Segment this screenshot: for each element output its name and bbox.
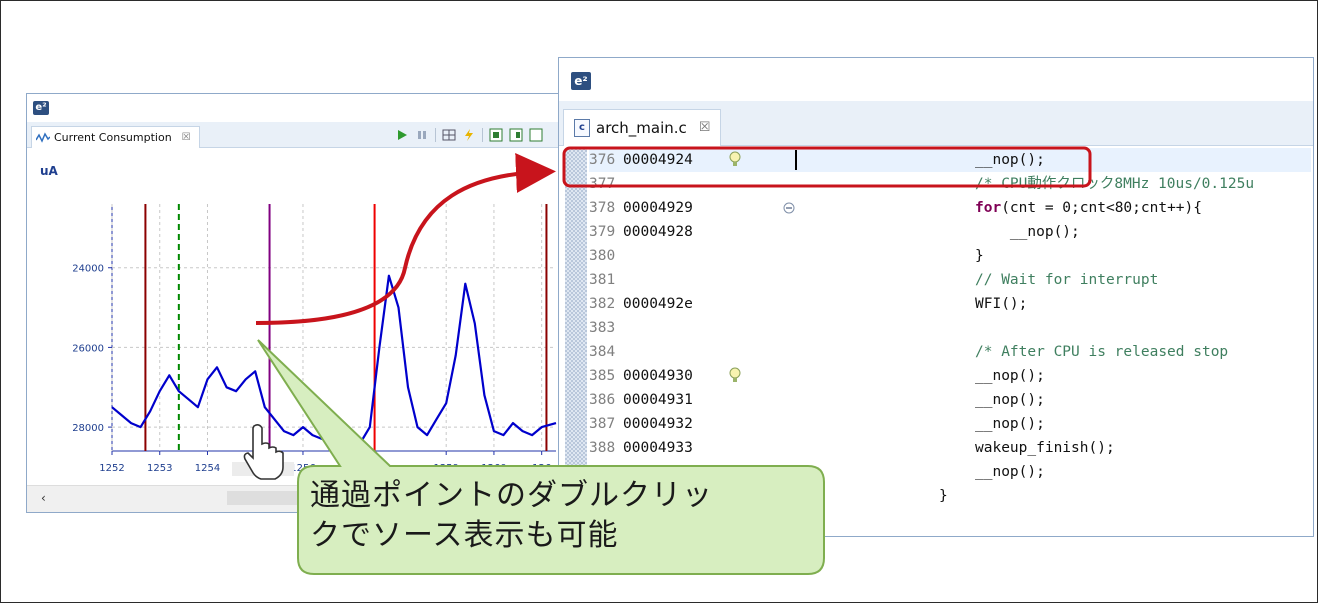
- grid-icon[interactable]: [442, 128, 456, 142]
- code-line[interactable]: 383: [589, 316, 1311, 340]
- left-tab-bar: Current Consumption ☒: [27, 122, 595, 148]
- line-number: 379: [589, 224, 616, 240]
- x-tick-label: 1260: [481, 463, 506, 474]
- e2-app-icon: e²: [33, 101, 49, 115]
- y-axis-label: uA: [40, 164, 58, 178]
- toolbar-divider: [482, 128, 483, 142]
- bulb-icon[interactable]: [727, 364, 743, 388]
- tab-label: Current Consumption: [54, 131, 172, 144]
- code-text: for(cnt = 0;cnt<80;cnt++){: [975, 200, 1202, 216]
- tab-label: arch_main.c: [596, 119, 687, 137]
- address: 00004933: [623, 440, 693, 456]
- current-consumption-window: e² Current Consumption ☒ uA 28000 26000 24…: [26, 93, 596, 513]
- scroll-thumb[interactable]: [227, 491, 317, 505]
- c-file-icon: c: [574, 119, 590, 137]
- y-tick-label: 26000: [72, 343, 104, 354]
- code-text: /* After CPU is released stop: [975, 344, 1229, 360]
- toolbar-divider: [435, 128, 436, 142]
- line-number: 382: [589, 296, 616, 312]
- code-text: __nop();: [975, 152, 1045, 168]
- tab-current-consumption[interactable]: Current Consumption ☒: [31, 126, 200, 148]
- address: 00004928: [623, 224, 693, 240]
- x-tick-label: 1256: [290, 463, 315, 474]
- tab-arch-main-c[interactable]: c arch_main.c ☒: [563, 109, 722, 146]
- code-text: WFI();: [975, 296, 1028, 312]
- callout-text: 通過ポイントのダブルクリッ クでソース表示も可能: [310, 476, 820, 556]
- wave-icon: [36, 132, 50, 143]
- x-tick-label: 1259: [433, 463, 458, 474]
- code-text: // Wait for interrupt: [975, 272, 1159, 288]
- code-text: __nop();: [975, 464, 1045, 480]
- bolt-icon[interactable]: [462, 128, 476, 142]
- address: 00004931: [623, 392, 693, 408]
- line-number: 380: [589, 248, 616, 264]
- address: 00004930: [623, 368, 693, 384]
- code-text: /* CPU動作クロック8MHz 10us/0.125u: [975, 176, 1255, 192]
- close-icon[interactable]: ☒: [699, 110, 711, 146]
- address: 00004924: [623, 152, 693, 168]
- y-tick-label: 28000: [72, 423, 104, 434]
- current-chart[interactable]: uA 28000 26000 24000 1252 1253 1254 1256 1259 1…: [28, 154, 594, 484]
- code-line[interactable]: 384 /* After CPU is released stop: [589, 340, 1311, 364]
- line-number: 377: [589, 176, 616, 192]
- code-line[interactable]: 377 /* CPU動作クロック8MHz 10us/0.125u: [589, 172, 1311, 196]
- text-cursor: [795, 150, 797, 170]
- run-icon[interactable]: [395, 128, 409, 142]
- code-line[interactable]: 378 00004929 for(cnt = 0;cnt<80;cnt++){: [589, 196, 1311, 220]
- frame-icon[interactable]: [509, 128, 523, 142]
- editor-tab-bar: c arch_main.c ☒: [559, 101, 1313, 146]
- frame-icon[interactable]: [529, 128, 543, 142]
- code-line[interactable]: 380}: [589, 244, 1311, 268]
- callout-line-1: 通過ポイントのダブルクリッ: [310, 478, 713, 513]
- address: 00004932: [623, 416, 693, 432]
- code-text: wakeup_finish();: [975, 440, 1115, 456]
- code-line[interactable]: 381 // Wait for interrupt: [589, 268, 1311, 292]
- x-tick-label: 126: [532, 463, 551, 474]
- line-number: 376: [589, 152, 616, 168]
- line-number: 387: [589, 416, 616, 432]
- code-text: }: [975, 248, 984, 264]
- bulb-icon[interactable]: [727, 148, 743, 172]
- code-line[interactable]: 387 00004932 __nop();: [589, 412, 1311, 436]
- x-tick-label: 1254: [195, 463, 220, 474]
- code-line[interactable]: 385 00004930 __nop();: [589, 364, 1311, 388]
- address: 0000492e: [623, 296, 693, 312]
- keyword: for: [975, 200, 1002, 216]
- scroll-left-arrow[interactable]: ‹: [41, 491, 46, 505]
- editor-title-bar: e²: [559, 58, 1313, 101]
- pause-icon[interactable]: [415, 128, 429, 142]
- line-number: 388: [589, 440, 616, 456]
- code-text: __nop();: [975, 392, 1045, 408]
- code-text: }: [939, 488, 948, 504]
- chart-svg: 28000 26000 24000 1252 1253 1254 1256 1259 1260…: [72, 204, 557, 474]
- x-tick-label: 1252: [99, 463, 124, 474]
- y-tick-label: 24000: [72, 264, 104, 275]
- close-icon[interactable]: ☒: [182, 127, 191, 148]
- line-number: 384: [589, 344, 616, 360]
- code-line[interactable]: 386 00004931 __nop();: [589, 388, 1311, 412]
- source-editor-window: e² c arch_main.c ☒ 376 00004924 __nop(); 37…: [558, 57, 1314, 537]
- code-line[interactable]: 382 0000492e WFI();: [589, 292, 1311, 316]
- callout-line-2: クでソース表示も可能: [310, 518, 619, 553]
- code-text: __nop();: [975, 416, 1045, 432]
- frame-icon[interactable]: [489, 128, 503, 142]
- line-number: 383: [589, 320, 616, 336]
- code-line[interactable]: 388 00004933 wakeup_finish();: [589, 436, 1311, 460]
- code-text: __nop();: [975, 224, 1080, 240]
- line-number: 378: [589, 200, 616, 216]
- address: 00004929: [623, 200, 693, 216]
- line-number: 381: [589, 272, 616, 288]
- fold-icon[interactable]: [781, 196, 797, 220]
- code-line[interactable]: 376 00004924 __nop();: [589, 148, 1311, 172]
- e2-app-icon: e²: [571, 72, 591, 90]
- line-number: 385: [589, 368, 616, 384]
- x-tick-label: 1253: [147, 463, 172, 474]
- code-text: __nop();: [975, 368, 1045, 384]
- line-number: 386: [589, 392, 616, 408]
- code-line[interactable]: 379 00004928 __nop();: [589, 220, 1311, 244]
- chart-toolbar: [395, 127, 543, 143]
